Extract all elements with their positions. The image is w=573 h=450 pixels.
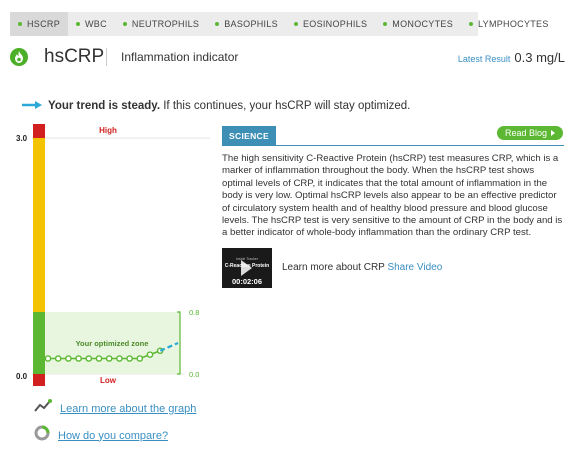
zone-bottom-label: 0.0 <box>189 370 199 379</box>
video-learn-text: Learn more about CRP <box>282 262 385 273</box>
data-point[interactable] <box>136 355 144 362</box>
graph-help-link[interactable]: Learn more about the graph <box>60 403 196 415</box>
zone-label: Your optimized zone <box>76 339 149 348</box>
low-label: Low <box>100 376 117 385</box>
tab-dot-icon <box>383 22 388 26</box>
tab-label: NEUTROPHILS <box>131 19 200 29</box>
data-point[interactable] <box>54 355 62 362</box>
trend-message: Your trend is steady. If this continues,… <box>22 100 410 112</box>
tab-label: WBC <box>85 19 107 29</box>
compare-row: How do you compare? <box>34 425 168 446</box>
tab-eosinophils[interactable]: EOSINOPHILS <box>286 12 375 36</box>
tab-dot-icon <box>215 22 220 26</box>
tab-label: LYMPHOCYTES <box>478 19 549 29</box>
y-bottom-label: 0.0 <box>16 372 28 381</box>
read-blog-button[interactable]: Read Blog <box>497 126 564 140</box>
flame-icon <box>10 48 28 66</box>
header-divider <box>106 48 107 66</box>
tab-basophils[interactable]: BASOPHILS <box>207 12 286 36</box>
page-subtitle: Inflammation indicator <box>121 50 239 64</box>
trend-text: If this continues, your hsCRP will stay … <box>160 100 411 113</box>
tab-dot-icon <box>122 22 127 26</box>
arrow-right-icon <box>22 100 42 112</box>
tab-label: EOSINOPHILS <box>302 19 368 29</box>
tab-lymphocytes[interactable]: LYMPHOCYTES <box>461 12 557 36</box>
compare-link[interactable]: How do you compare? <box>58 430 168 442</box>
low-bar <box>33 374 45 386</box>
tab-dot-icon <box>76 22 81 26</box>
science-divider <box>222 145 564 146</box>
video-caption: Learn more about CRP Share Video <box>282 262 442 273</box>
tab-dot-icon <box>18 22 22 26</box>
data-point[interactable] <box>65 355 72 362</box>
caution-bar <box>33 138 45 312</box>
marker-header: hsCRP Inflammation indicator Latest Resu… <box>10 46 565 68</box>
data-point[interactable] <box>105 355 113 362</box>
video-duration: 00:02:06 <box>231 277 263 286</box>
latest-result: Latest Result 0.3 mg/L <box>458 50 565 65</box>
science-description: The high sensitivity C-Reactive Protein … <box>222 153 563 239</box>
trend-bold: Your trend is steady. <box>48 100 161 113</box>
data-point[interactable] <box>146 351 154 358</box>
tab-label: HSCRP <box>27 19 61 29</box>
y-top-label: 3.0 <box>16 134 28 143</box>
play-arrow-icon <box>551 130 556 136</box>
tab-label: BASOPHILS <box>224 19 278 29</box>
tab-hscrp[interactable]: HSCRP <box>10 12 69 36</box>
tab-dot-icon <box>293 22 298 26</box>
data-point[interactable] <box>126 355 133 362</box>
data-point[interactable] <box>44 355 52 362</box>
pie-chart-icon <box>34 425 50 446</box>
optimal-bar <box>33 312 45 374</box>
data-point[interactable] <box>85 355 93 362</box>
trend-chart: High Low 3.0 0.0 0.8 0.0 Your optimized … <box>0 118 210 398</box>
share-video-link[interactable]: Share Video <box>387 262 442 273</box>
high-bar <box>33 124 45 138</box>
tab-dot-icon <box>469 22 474 26</box>
zone-top-label: 0.8 <box>189 308 199 317</box>
tab-label: MONOCYTES <box>392 19 454 29</box>
tab-wbc[interactable]: WBC <box>68 12 115 36</box>
trend-graph-icon <box>34 399 52 418</box>
video-thumbnail[interactable]: Inside Tracker C-Reactive Protein 00:02:… <box>222 248 272 288</box>
graph-help-row: Learn more about the graph <box>34 399 196 418</box>
data-point[interactable] <box>116 355 123 362</box>
page-title: hsCRP <box>44 46 105 67</box>
tab-science[interactable]: SCIENCE <box>222 126 276 145</box>
trend-chart-svg: High Low 3.0 0.0 0.8 0.0 Your optimized … <box>16 124 210 386</box>
data-point[interactable] <box>95 355 103 362</box>
tab-monocytes[interactable]: MONOCYTES <box>375 12 461 36</box>
tab-neutrophils[interactable]: NEUTROPHILS <box>115 12 207 36</box>
high-label: High <box>99 126 117 135</box>
data-point[interactable] <box>75 355 82 362</box>
latest-result-label: Latest Result <box>457 54 511 64</box>
marker-tabs: HSCRP WBC NEUTROPHILS BASOPHILS EOSINOPH… <box>10 12 548 36</box>
latest-result-value: 0.3 mg/L <box>514 50 565 65</box>
play-icon <box>241 260 252 276</box>
read-blog-label: Read Blog <box>505 128 548 138</box>
